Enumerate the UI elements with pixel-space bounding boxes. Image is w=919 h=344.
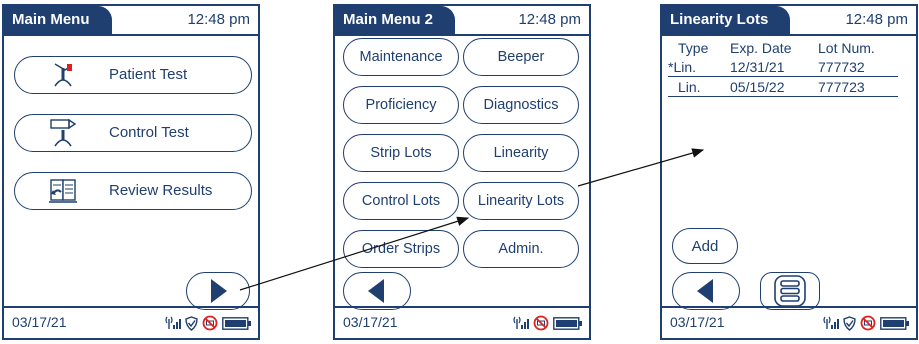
admin-button[interactable]: Admin.: [463, 230, 579, 268]
header: Main Menu 12:48 pm: [4, 6, 258, 36]
control-test-button[interactable]: Control Test: [14, 114, 252, 152]
exp-date-cell: 05/15/22: [730, 76, 818, 97]
battery-icon: [553, 316, 582, 330]
maintenance-button[interactable]: Maintenance: [343, 38, 459, 76]
back-button[interactable]: [672, 272, 740, 310]
lots-table: Type Exp. Date Lot Num. *Lin. 12/31/21 7…: [668, 38, 898, 97]
status-date: 03/17/21: [12, 314, 67, 330]
status-icons: [823, 315, 910, 331]
lot-num-cell: 777723: [818, 76, 898, 97]
screen-title: Linearity Lots: [662, 6, 791, 34]
no-connection-icon: [202, 315, 218, 331]
clock: 12:48 pm: [187, 11, 250, 28]
column-header-lot-num: Lot Num.: [818, 39, 875, 56]
signal-icon: [513, 316, 529, 329]
status-bar: 03/17/21: [662, 306, 916, 338]
linearity-button[interactable]: Linearity: [463, 134, 579, 172]
exp-date-cell: 12/31/21: [730, 57, 818, 77]
lot-type-cell: *Lin.: [668, 57, 730, 77]
strip-lots-button[interactable]: Strip Lots: [343, 134, 459, 172]
review-results-button[interactable]: Review Results: [14, 172, 252, 210]
control-test-label: Control Test: [109, 124, 189, 141]
order-strips-button[interactable]: Order Strips: [343, 230, 459, 268]
proficiency-button[interactable]: Proficiency: [343, 86, 459, 124]
status-bar: 03/17/21: [335, 306, 589, 338]
review-results-label: Review Results: [109, 182, 213, 199]
patient-test-button[interactable]: Patient Test: [14, 56, 252, 94]
patient-test-label: Patient Test: [109, 66, 188, 83]
status-icons: [513, 315, 583, 331]
table-row[interactable]: *Lin. 12/31/21 777732: [668, 57, 898, 77]
status-date: 03/17/21: [670, 314, 725, 330]
lot-type-cell: Lin.: [668, 76, 730, 97]
control-lots-button[interactable]: Control Lots: [343, 182, 459, 220]
battery-icon: [880, 316, 909, 330]
battery-icon: [222, 316, 251, 330]
main-menu-screen: Main Menu 12:48 pm Patient Test Control …: [2, 4, 260, 340]
review-results-icon: [49, 179, 77, 203]
linearity-lots-button[interactable]: Linearity Lots: [463, 182, 579, 220]
clock: 12:48 pm: [845, 11, 908, 28]
screen-title: Main Menu 2: [335, 6, 456, 34]
control-test-icon: [50, 118, 77, 147]
table-header-row: Type Exp. Date Lot Num.: [668, 38, 898, 57]
column-header-exp-date: Exp. Date: [730, 39, 792, 56]
lot-type: Lin.: [673, 58, 697, 75]
header: Linearity Lots 12:48 pm: [662, 6, 916, 36]
arrow-right-icon: [211, 279, 227, 303]
lot-num-cell: 777732: [818, 57, 898, 77]
linearity-lots-screen: Linearity Lots 12:48 pm Type Exp. Date L…: [660, 4, 918, 340]
main-menu-2-screen: Main Menu 2 12:48 pm Maintenance Beeper …: [333, 4, 591, 340]
beeper-button[interactable]: Beeper: [463, 38, 579, 76]
signal-icon: [823, 316, 839, 329]
header: Main Menu 2 12:48 pm: [335, 6, 589, 36]
shield-icon: [843, 315, 856, 331]
clock: 12:48 pm: [518, 11, 581, 28]
list-details-icon: [774, 275, 806, 307]
add-button[interactable]: Add: [672, 228, 738, 264]
shield-icon: [185, 315, 198, 331]
column-header-type: Type: [678, 39, 709, 56]
next-page-button[interactable]: [186, 272, 250, 310]
details-button[interactable]: [760, 272, 820, 310]
no-connection-icon: [860, 315, 876, 331]
arrow-left-icon: [697, 279, 713, 303]
status-icons: [165, 315, 252, 331]
lot-type: Lin.: [678, 78, 701, 95]
patient-test-icon: [54, 63, 72, 87]
no-connection-icon: [533, 315, 549, 331]
diagnostics-button[interactable]: Diagnostics: [463, 86, 579, 124]
status-date: 03/17/21: [343, 314, 398, 330]
arrow-left-icon: [368, 279, 384, 303]
signal-icon: [165, 316, 181, 329]
back-button[interactable]: [343, 272, 411, 310]
status-bar: 03/17/21: [4, 306, 258, 338]
table-row[interactable]: Lin. 05/15/22 777723: [668, 76, 898, 97]
screen-title: Main Menu: [4, 6, 112, 34]
